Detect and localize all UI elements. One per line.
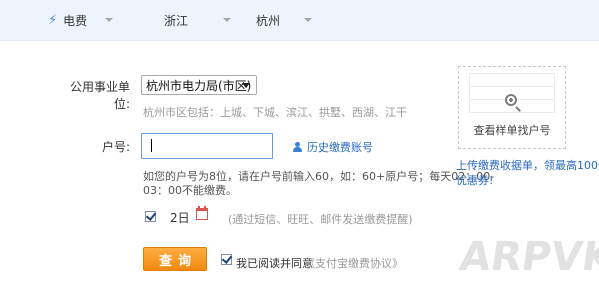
upload-receipt-promo-link[interactable]: 上传缴费收据单，领最高100元淘 优惠券! [456, 158, 599, 188]
sample-bill-thumbnail [469, 73, 555, 113]
promo-line-2: 优惠券! [456, 174, 494, 187]
service-type-label: 电费 [63, 13, 88, 28]
calendar-icon[interactable] [196, 206, 208, 220]
service-type-dropdown[interactable]: ⚡︎ 电费 [48, 0, 114, 40]
chevron-down-icon [223, 18, 232, 22]
reminder-checkbox[interactable] [145, 210, 157, 222]
city-label: 杭州 [256, 13, 281, 28]
account-note-line-2: 03：00不能缴费。 [143, 184, 237, 197]
utility-company-select[interactable]: 杭州市电力局(市区) [141, 75, 257, 95]
utility-company-value: 杭州市电力局(市区) [146, 78, 252, 93]
checkmark-icon [221, 253, 233, 264]
sample-bill-label: 查看样单找户号 [473, 124, 551, 137]
province-dropdown[interactable]: 浙江 [164, 0, 232, 40]
account-number-label: 户号: [101, 140, 130, 154]
query-button[interactable]: 查询 [143, 247, 207, 271]
watermark-logo: ARPVK [456, 234, 599, 280]
province-label: 浙江 [164, 13, 189, 28]
area-hint: 杭州市区包括：上城、下城、滨江、拱墅、西湖、江干 [143, 106, 407, 119]
sample-bill-panel[interactable]: 查看样单找户号 [458, 66, 566, 149]
history-accounts-label: 历史缴费账号 [307, 141, 373, 154]
agree-label: 我已阅读并同意 [236, 257, 313, 270]
text-cursor [151, 139, 152, 152]
zoom-in-icon [505, 94, 521, 112]
checkmark-icon [145, 210, 157, 221]
utility-company-label: 公用事业单位: [69, 80, 130, 111]
city-dropdown[interactable]: 杭州 [256, 0, 313, 40]
promo-line-1: 上传缴费收据单，领最高100元淘 [456, 159, 599, 172]
reminder-description: (通过短信、旺旺、邮件发送缴费提醒) [228, 213, 413, 226]
lightning-icon: ⚡︎ [48, 12, 58, 28]
person-icon [293, 142, 302, 152]
agreement-link[interactable]: 《支付宝缴费协议》 [304, 255, 403, 271]
chevron-down-icon [304, 18, 313, 22]
top-selector-bar: ⚡︎ 电费 浙江 杭州 [0, 0, 599, 41]
history-accounts-link[interactable]: 历史缴费账号 [293, 139, 373, 155]
account-number-input[interactable] [141, 133, 273, 159]
reminder-day-select[interactable]: 2日 [170, 209, 190, 226]
chevron-down-icon [105, 18, 114, 22]
agree-checkbox[interactable] [221, 253, 233, 265]
chevron-down-icon [242, 83, 250, 88]
